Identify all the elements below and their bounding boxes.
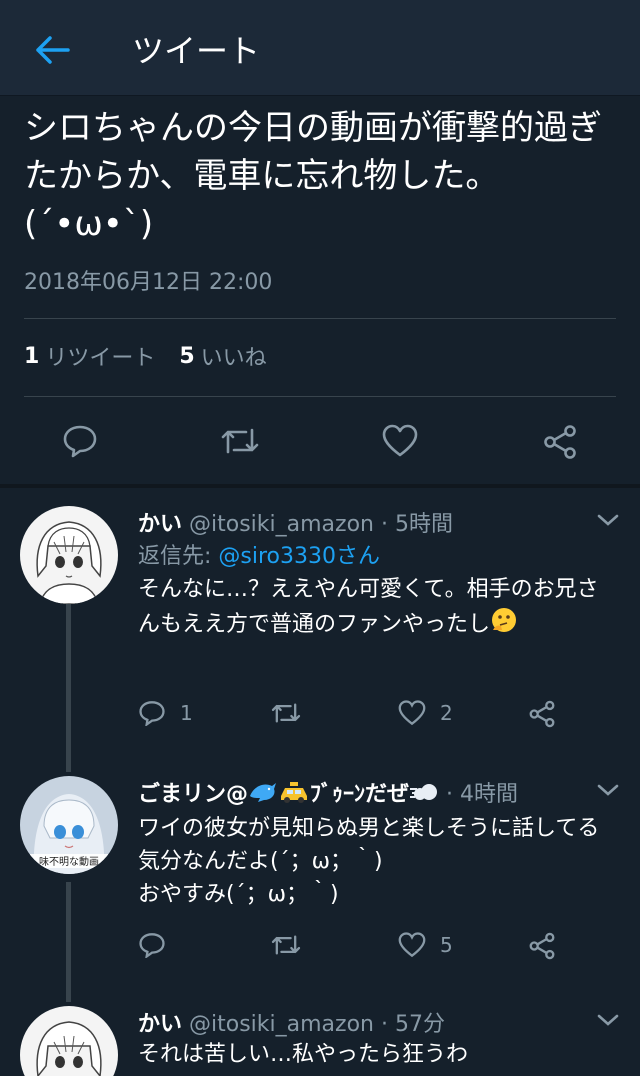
reply-text: それは苦しい…私やったら狂うわ <box>138 1042 469 1067</box>
share-icon <box>544 425 576 459</box>
avatar[interactable] <box>20 506 118 604</box>
chevron-down-icon <box>597 514 619 526</box>
reply-time: · 4時間 <box>446 782 519 807</box>
heart-icon <box>398 932 426 958</box>
top-bar: ツイート <box>0 0 640 96</box>
share-button[interactable] <box>542 424 578 460</box>
heart-icon <box>398 700 426 726</box>
avatar-caption: 味不明な動画 <box>39 855 99 868</box>
reply-header: かい @itosiki_amazon · 5時間 <box>138 506 453 538</box>
reply-button[interactable] <box>138 932 166 958</box>
heart-icon <box>382 424 418 457</box>
author-name[interactable]: かい <box>138 1012 182 1037</box>
taxi-icon <box>278 780 310 810</box>
reply-time: · 57分 <box>381 1012 445 1037</box>
retweet-icon <box>271 703 301 723</box>
like-count: 5 <box>440 933 453 957</box>
retweet-link[interactable]: リツイート <box>45 340 155 372</box>
like-count: 2 <box>440 701 453 725</box>
like-link[interactable]: いいね <box>201 340 267 372</box>
share-icon <box>529 932 555 960</box>
like-button[interactable] <box>382 424 418 458</box>
anime-avatar-icon <box>20 506 118 604</box>
tweet-actions <box>0 410 640 474</box>
author-name[interactable]: かい <box>138 512 182 537</box>
chevron-down-icon <box>597 1014 619 1026</box>
tweet-timestamp: 2018年06月12日 22:00 <box>24 270 273 295</box>
thinking-face-icon <box>490 606 518 644</box>
retweet-count: 1 <box>24 343 40 369</box>
more-menu-button[interactable] <box>596 512 620 532</box>
avatar[interactable] <box>20 1006 118 1076</box>
reply-text: そんなに…？ええやん可愛くて。相手のお兄さんもええ方で普通のファンやったし <box>138 573 618 644</box>
reply-icon <box>63 425 97 458</box>
retweet-icon <box>271 935 301 955</box>
author-handle[interactable]: @itosiki_amazon <box>189 512 374 537</box>
reply-actions: 5 <box>138 932 578 972</box>
share-icon <box>529 700 555 728</box>
reply-header: ごまリン@ ﾌﾞｩｰﾝだぜ · 4時間 <box>138 776 518 810</box>
reply-text-content: そんなに…？ええやん可愛くて。相手のお兄さんもええ方で普通のファンやったし <box>138 577 599 637</box>
retweet-button[interactable] <box>270 700 302 726</box>
reply-time: · 5時間 <box>381 512 453 537</box>
share-button[interactable] <box>528 700 556 728</box>
reply-header: かい @itosiki_amazon · 57分 <box>138 1006 445 1038</box>
back-button[interactable] <box>30 28 74 72</box>
reply-to-prefix: 返信先: <box>138 544 219 569</box>
like-button[interactable]: 2 <box>398 700 453 726</box>
dolphin-icon <box>248 780 278 810</box>
reply-icon <box>139 701 165 726</box>
reply-text: ワイの彼女が見知らぬ男と楽しそうに話してる気分なんだよ(´；ω；｀) おやすみ(… <box>138 816 600 907</box>
author-name[interactable]: ごまリン@ <box>138 782 248 807</box>
retweet-button[interactable] <box>220 424 260 458</box>
chevron-down-icon <box>597 784 619 796</box>
section-separator <box>0 484 640 488</box>
tweet-stats: 1 リツイート 5 いいね <box>24 340 267 372</box>
more-menu-button[interactable] <box>596 782 620 802</box>
dash-icon <box>409 780 439 810</box>
avatar[interactable]: 味不明な動画 <box>20 776 118 874</box>
page-title: ツイート <box>132 32 261 70</box>
reply-body: 返信先: @siro3330さん そんなに…？ええやん可愛くて。相手のお兄さんも… <box>138 540 618 644</box>
divider <box>24 318 616 319</box>
reply-to: 返信先: @siro3330さん <box>138 540 618 573</box>
mention-link[interactable]: @siro3330さん <box>218 544 380 569</box>
divider <box>24 396 616 397</box>
retweet-icon <box>221 428 259 454</box>
reply-button[interactable] <box>62 424 98 458</box>
thread-line <box>66 882 71 1002</box>
more-menu-button[interactable] <box>596 1012 620 1032</box>
back-arrow-icon <box>36 36 70 64</box>
anime-avatar-icon <box>20 1006 118 1076</box>
share-button[interactable] <box>528 932 556 960</box>
reply-button[interactable]: 1 <box>138 700 193 726</box>
reply-actions: 1 2 <box>138 700 578 740</box>
thread-line <box>66 604 71 772</box>
vtuber-avatar-icon: 味不明な動画 <box>20 776 118 874</box>
reply-icon <box>139 933 165 958</box>
retweet-button[interactable] <box>270 932 302 958</box>
author-name-suffix[interactable]: ﾌﾞｩｰﾝだぜ <box>310 782 409 807</box>
like-button[interactable]: 5 <box>398 932 453 958</box>
reply-count: 1 <box>180 701 193 725</box>
tweet-text: シロちゃんの今日の動画が衝撃的過ぎたからか、電車に忘れ物した。(´•ω•`) <box>24 108 602 244</box>
author-handle[interactable]: @itosiki_amazon <box>189 1012 374 1037</box>
like-count: 5 <box>179 343 195 369</box>
